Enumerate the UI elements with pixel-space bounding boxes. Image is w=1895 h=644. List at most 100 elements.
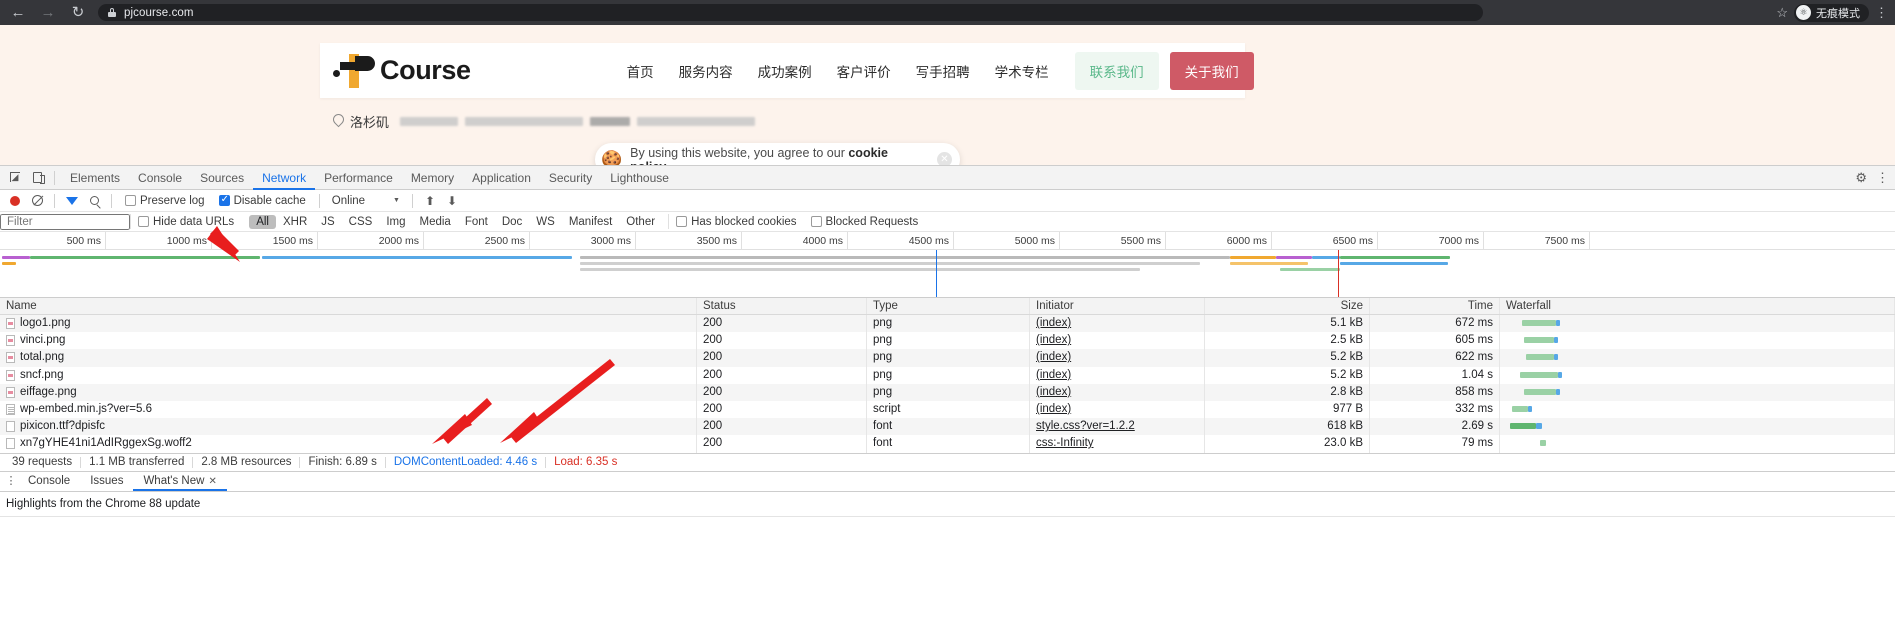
drawer-tab-whats-new[interactable]: What's New✕ [133, 471, 226, 491]
request-initiator[interactable]: style.css?ver=1.2.2 [1036, 420, 1135, 432]
filter-chip-ws[interactable]: WS [529, 215, 562, 229]
request-time: 2.69 s [1370, 418, 1500, 435]
tab-security[interactable]: Security [540, 166, 601, 190]
contact-us-button[interactable]: 联系我们 [1075, 52, 1159, 90]
filter-chip-font[interactable]: Font [458, 215, 495, 229]
has-blocked-cookies-box[interactable] [676, 216, 687, 227]
table-row[interactable]: logo1.png 200 png (index) 5.1 kB 672 ms [0, 315, 1895, 332]
reload-icon[interactable]: ↻ [68, 3, 88, 23]
nav-item-home[interactable]: 首页 [627, 61, 654, 81]
preserve-log-checkbox[interactable]: Preserve log [118, 195, 212, 207]
tab-memory[interactable]: Memory [402, 166, 463, 190]
column-header-size[interactable]: Size [1205, 298, 1370, 314]
column-header-initiator[interactable]: Initiator [1030, 298, 1205, 314]
request-waterfall [1500, 435, 1895, 452]
tab-lighthouse[interactable]: Lighthouse [601, 166, 678, 190]
forward-icon[interactable]: → [38, 3, 58, 23]
table-row[interactable]: sncf.png 200 png (index) 5.2 kB 1.04 s [0, 367, 1895, 384]
filter-chip-media[interactable]: Media [413, 215, 458, 229]
filter-input[interactable] [0, 214, 130, 230]
hide-data-urls-checkbox[interactable]: Hide data URLs [131, 216, 241, 228]
disable-cache-box[interactable] [219, 195, 230, 206]
nav-item-cases[interactable]: 成功案例 [758, 61, 812, 81]
table-row[interactable]: total.png 200 png (index) 5.2 kB 622 ms [0, 349, 1895, 366]
nav-item-services[interactable]: 服务内容 [679, 61, 733, 81]
filter-chip-manifest[interactable]: Manifest [562, 215, 619, 229]
request-initiator[interactable]: (index) [1036, 351, 1071, 363]
search-icon[interactable] [83, 190, 105, 212]
tab-performance[interactable]: Performance [315, 166, 402, 190]
clear-icon[interactable] [26, 190, 48, 212]
tab-console[interactable]: Console [129, 166, 191, 190]
request-time: 332 ms [1370, 401, 1500, 418]
request-initiator[interactable]: css:-Infinity [1036, 437, 1094, 449]
nav-item-academic[interactable]: 学术专栏 [995, 61, 1049, 81]
column-header-status[interactable]: Status [697, 298, 867, 314]
blocked-requests-box[interactable] [811, 216, 822, 227]
inspect-element-icon[interactable] [4, 167, 26, 189]
request-size: 2.5 kB [1205, 332, 1370, 349]
table-row[interactable]: wp-embed.min.js?ver=5.6 200 script (inde… [0, 401, 1895, 418]
incognito-indicator[interactable]: ⚛ 无痕模式 [1794, 4, 1869, 22]
column-header-name[interactable]: Name [0, 298, 697, 314]
nav-item-reviews[interactable]: 客户评价 [837, 61, 891, 81]
drawer-tab-console[interactable]: Console [18, 471, 80, 491]
drawer-more-icon[interactable]: ⋮ [4, 476, 18, 487]
column-header-waterfall[interactable]: Waterfall [1500, 298, 1895, 314]
export-har-icon[interactable]: ⬇ [441, 194, 463, 208]
filter-chip-all[interactable]: All [249, 215, 276, 229]
close-icon[interactable]: ✕ [208, 476, 216, 487]
table-row[interactable]: xn7gYHE41ni1AdIRggexSg.woff2 200 font cs… [0, 435, 1895, 452]
devtools-more-icon[interactable]: ⋮ [1876, 170, 1889, 186]
column-header-type[interactable]: Type [867, 298, 1030, 314]
tab-elements[interactable]: Elements [61, 166, 129, 190]
bookmark-star-icon[interactable]: ☆ [1776, 5, 1788, 21]
request-initiator[interactable]: (index) [1036, 369, 1071, 381]
filter-chip-img[interactable]: Img [379, 215, 412, 229]
column-header-time[interactable]: Time [1370, 298, 1500, 314]
drawer-tab-issues[interactable]: Issues [80, 471, 133, 491]
incognito-icon: ⚛ [1796, 5, 1811, 20]
image-file-icon [6, 352, 15, 363]
network-overview[interactable]: 500 ms 1000 ms 1500 ms 2000 ms 2500 ms 3… [0, 232, 1895, 298]
site-logo[interactable]: Course [333, 54, 471, 88]
tab-sources[interactable]: Sources [191, 166, 253, 190]
table-row[interactable]: eiffage.png 200 png (index) 2.8 kB 858 m… [0, 384, 1895, 401]
request-size: 5.1 kB [1205, 315, 1370, 332]
tab-application[interactable]: Application [463, 166, 540, 190]
filter-chip-xhr[interactable]: XHR [276, 215, 314, 229]
request-size: 5.2 kB [1205, 367, 1370, 384]
back-icon[interactable]: ← [8, 3, 28, 23]
filter-chip-other[interactable]: Other [619, 215, 662, 229]
request-initiator[interactable]: (index) [1036, 386, 1071, 398]
device-toolbar-icon[interactable] [26, 167, 48, 189]
script-file-icon [6, 404, 15, 415]
import-har-icon[interactable]: ⬆ [419, 194, 441, 208]
tab-network[interactable]: Network [253, 166, 315, 190]
request-initiator[interactable]: (index) [1036, 403, 1071, 415]
request-initiator[interactable]: (index) [1036, 317, 1071, 329]
hide-data-urls-box[interactable] [138, 216, 149, 227]
has-blocked-cookies-checkbox[interactable]: Has blocked cookies [669, 216, 803, 228]
filter-chip-css[interactable]: CSS [342, 215, 380, 229]
address-bar[interactable]: pjcourse.com [98, 4, 1483, 21]
request-initiator[interactable]: (index) [1036, 334, 1071, 346]
throttling-select[interactable]: Online ▼ [326, 195, 406, 207]
filter-chip-doc[interactable]: Doc [495, 215, 529, 229]
cookie-icon: 🍪 [601, 151, 622, 165]
preserve-log-box[interactable] [125, 195, 136, 206]
cookie-close-icon[interactable]: ✕ [937, 152, 952, 165]
tick-2000: 2000 ms [318, 232, 424, 250]
disable-cache-checkbox[interactable]: Disable cache [212, 195, 313, 207]
record-button[interactable] [4, 190, 26, 212]
nav-item-jobs[interactable]: 写手招聘 [916, 61, 970, 81]
table-row[interactable]: vinci.png 200 png (index) 2.5 kB 605 ms [0, 332, 1895, 349]
blocked-requests-checkbox[interactable]: Blocked Requests [804, 216, 926, 228]
filter-chip-js[interactable]: JS [314, 215, 341, 229]
filter-funnel-icon[interactable] [61, 190, 83, 212]
table-row[interactable]: pixicon.ttf?dpisfc 200 font style.css?ve… [0, 418, 1895, 435]
about-us-button[interactable]: 关于我们 [1170, 52, 1254, 90]
timeline-ruler: 500 ms 1000 ms 1500 ms 2000 ms 2500 ms 3… [0, 232, 1895, 250]
settings-gear-icon[interactable]: ⚙ [1855, 170, 1867, 186]
browser-menu-icon[interactable]: ⋮ [1875, 6, 1885, 19]
